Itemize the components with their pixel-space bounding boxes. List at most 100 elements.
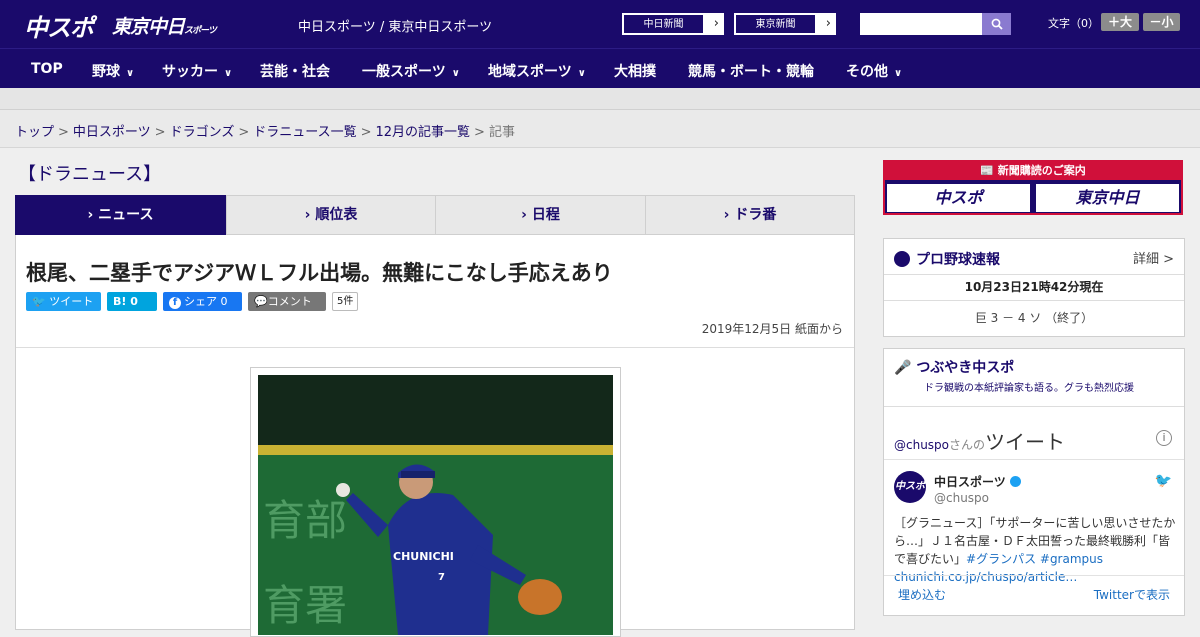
promo-logo-tokyo[interactable]: 東京中日: [1036, 184, 1179, 212]
twitter-title: 🎤 つぶやき中スポ: [894, 357, 1174, 377]
promo-heading: 📰 新聞購読のご案内: [885, 162, 1181, 180]
breadcrumb-news-list[interactable]: ドラニュース一覧: [253, 125, 356, 140]
article: 根尾、二塁手でアジアＷＬフル出場。無難にこなし手応えあり 🐦 ツイート B! 0…: [15, 235, 855, 637]
article-photo-frame: 育部 育署 CHUNICHI 7: [250, 367, 621, 637]
info-icon[interactable]: i: [1156, 430, 1172, 446]
scores-timestamp: 10月23日21時42分現在: [884, 275, 1184, 301]
promo-heading-text: 新聞購読のご案内: [997, 164, 1086, 177]
tweet-label: ツイート: [49, 295, 94, 308]
chevron-right-icon: ›: [521, 207, 532, 223]
avatar[interactable]: 中スポ: [894, 471, 926, 503]
chevron-right-icon: ›: [304, 207, 316, 223]
twitter-handle-link[interactable]: @chuspo: [894, 438, 949, 452]
font-smaller-button[interactable]: －小: [1143, 13, 1180, 31]
article-headline: 根尾、二塁手でアジアＷＬフル出場。無難にこなし手応えあり: [26, 261, 613, 285]
facebook-icon: f: [169, 297, 181, 309]
chevron-down-icon: ∨: [451, 68, 460, 79]
breadcrumb-separator: >: [474, 125, 485, 140]
article-photo[interactable]: 育部 育署 CHUNICHI 7: [258, 375, 613, 635]
tokyo-shimbun-label: 東京新聞: [735, 14, 816, 34]
scores-detail-link[interactable]: 詳細 >: [1133, 248, 1174, 267]
facebook-share-label: シェア 0: [184, 295, 228, 308]
twitter-handle-suffix: さんの: [949, 438, 986, 452]
tab-dragons-reporter[interactable]: › ドラ番: [645, 195, 855, 235]
twitter-view-link[interactable]: Twitterで表示: [1094, 586, 1170, 603]
nav-item-sumo[interactable]: 大相撲: [614, 61, 656, 81]
comment-label: コメント: [267, 295, 312, 308]
twitter-bird-icon: 🐦: [32, 295, 50, 308]
comment-button[interactable]: 💬コメント: [248, 292, 326, 311]
twitter-tweets-label: ツイート: [985, 430, 1066, 454]
account-name-text: 中日スポーツ: [934, 475, 1006, 489]
nav-item-other[interactable]: その他 ∨: [846, 61, 902, 81]
search-button[interactable]: [982, 13, 1011, 35]
breadcrumb-top[interactable]: トップ: [15, 125, 54, 140]
breadcrumb-december[interactable]: 12月の記事一覧: [376, 125, 471, 140]
section-tabs: › ニュース › 順位表 › 日程 › ドラ番: [15, 195, 855, 235]
chevron-right-icon: ›: [825, 16, 831, 31]
twitter-title-text: つぶやき中スポ: [916, 360, 1015, 376]
nav-item-soccer[interactable]: サッカー ∨: [162, 61, 232, 81]
article-date: 2019年12月5日 紙面から: [701, 322, 843, 336]
promo-logo-chuspo[interactable]: 中スポ: [887, 184, 1030, 212]
nav-item-baseball[interactable]: 野球 ∨: [92, 61, 134, 81]
breadcrumb-separator: >: [360, 125, 372, 140]
subscription-promo[interactable]: 📰 新聞購読のご案内 中スポ 東京中日: [883, 160, 1183, 215]
search-input[interactable]: [860, 13, 982, 35]
newspaper-icon: 📰: [980, 164, 998, 177]
main-nav: TOP 野球 ∨ サッカー ∨ 芸能・社会 一般スポーツ ∨ 地域スポーツ ∨ 大相撲 …: [0, 48, 1200, 88]
chevron-down-icon: ∨: [577, 68, 586, 79]
facebook-share-button[interactable]: f シェア 0: [163, 292, 242, 311]
tab-label: ニュース: [98, 207, 154, 223]
tab-news[interactable]: › ニュース: [15, 195, 226, 235]
nav-label: 地域スポーツ: [488, 64, 572, 80]
hatena-bookmark-button[interactable]: B! 0: [107, 292, 157, 311]
nav-item-top[interactable]: TOP: [31, 61, 63, 77]
logo-tokyo-chunichi[interactable]: 東京中日スポーツ: [112, 12, 217, 39]
logo-tokyo-small: スポーツ: [184, 26, 217, 36]
font-size-label: 文字（0）: [1048, 17, 1099, 30]
twitter-embed-link[interactable]: 埋め込む: [898, 586, 946, 603]
twitter-account-handle[interactable]: @chuspo: [934, 491, 989, 505]
tweet-hashtags[interactable]: #グランパス #grampus: [966, 552, 1103, 566]
chevron-right-icon: ›: [713, 16, 719, 31]
divider: [884, 575, 1184, 576]
comment-count[interactable]: 5件: [332, 292, 359, 311]
nav-item-racing[interactable]: 競馬・ボート・競輪: [688, 61, 814, 81]
tweet-button[interactable]: 🐦 ツイート: [26, 292, 101, 311]
score-line[interactable]: 巨 3 － 4 ソ （終了）: [884, 301, 1184, 335]
ad-strip: [0, 88, 1200, 110]
tab-standings[interactable]: › 順位表: [226, 195, 436, 235]
nav-item-regional-sports[interactable]: 地域スポーツ ∨: [488, 61, 586, 81]
tab-label: 順位表: [315, 207, 358, 223]
breadcrumb-dragons[interactable]: ドラゴンズ: [170, 125, 235, 140]
nav-label: 野球: [92, 64, 120, 80]
logo-chuspo[interactable]: 中スポ: [24, 8, 94, 43]
logo-tokyo-text: 東京中日: [112, 16, 185, 38]
tokyo-shimbun-link[interactable]: 東京新聞 ›: [734, 13, 836, 35]
twitter-bird-icon[interactable]: 🐦: [1155, 473, 1172, 489]
breadcrumb-chuspo[interactable]: 中日スポーツ: [73, 125, 151, 140]
baseball-icon: [894, 251, 910, 267]
chevron-right-icon: ›: [87, 207, 99, 223]
chevron-down-icon: ∨: [126, 68, 135, 79]
nav-item-general-sports[interactable]: 一般スポーツ ∨: [362, 61, 460, 81]
tweet-link[interactable]: chunichi.co.jp/chuspo/article…: [894, 570, 1077, 584]
baseball-scores-box: プロ野球速報 詳細 > 10月23日21時42分現在 巨 3 － 4 ソ （終了…: [883, 238, 1185, 337]
divider: [16, 347, 854, 348]
site-links[interactable]: 中日スポーツ / 東京中日スポーツ: [298, 16, 492, 35]
nav-label: 芸能・社会: [260, 64, 330, 80]
font-larger-button[interactable]: ＋大: [1101, 13, 1139, 31]
microphone-icon: 🎤: [894, 360, 917, 376]
top-header: 中スポ 東京中日スポーツ 中日スポーツ / 東京中日スポーツ 中日新聞 › 東京…: [0, 0, 1200, 48]
tab-schedule[interactable]: › 日程: [435, 195, 646, 235]
nav-label: 競馬・ボート・競輪: [688, 64, 814, 80]
twitter-header: 🎤 つぶやき中スポ ドラ観戦の本紙評論家も語る。グラも熱烈応援: [884, 349, 1184, 407]
twitter-handle-row: @chuspoさんのツイート: [894, 426, 1065, 455]
twitter-account-name[interactable]: 中日スポーツ: [934, 473, 1021, 490]
nav-item-entertainment[interactable]: 芸能・社会: [260, 61, 330, 81]
chevron-down-icon: ∨: [224, 68, 233, 79]
chunichi-shimbun-link[interactable]: 中日新聞 ›: [622, 13, 724, 35]
nav-label: サッカー: [162, 64, 218, 80]
scores-title: プロ野球速報: [916, 252, 1000, 268]
